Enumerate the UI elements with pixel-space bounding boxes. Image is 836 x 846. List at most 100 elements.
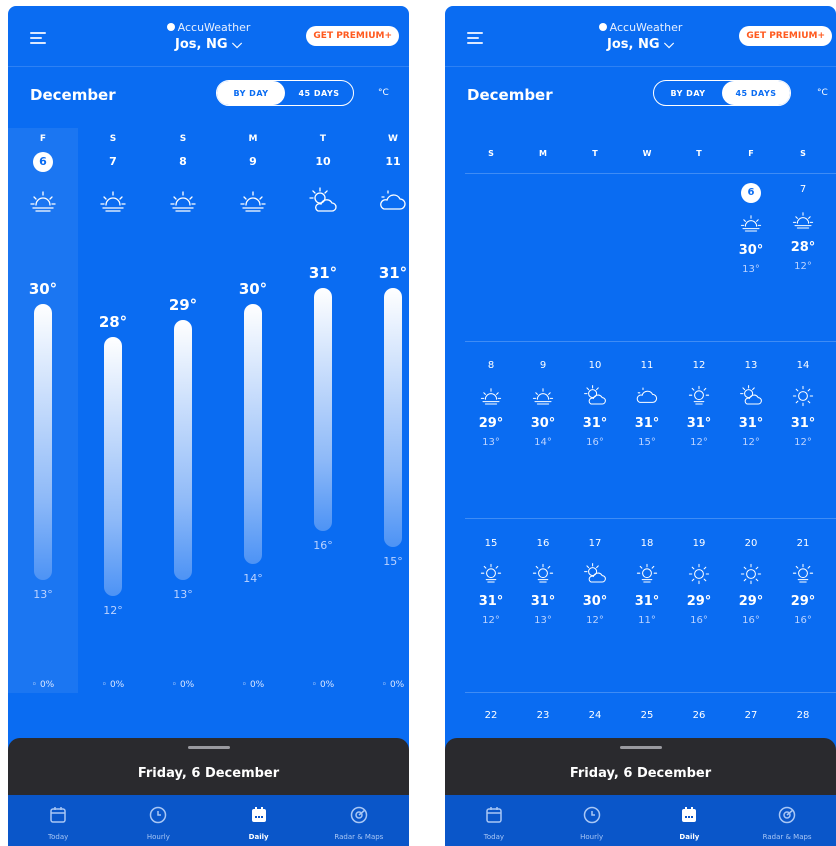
date-label: 8 bbox=[487, 360, 495, 371]
tab-today[interactable]: Today bbox=[8, 795, 108, 846]
unit-toggle[interactable]: °C bbox=[378, 88, 389, 98]
calendar-day-cell[interactable]: 14 31° 12° bbox=[777, 356, 829, 448]
tab-hourly[interactable]: Hourly bbox=[543, 795, 641, 846]
calendar-day-cell[interactable]: 10 31° 16° bbox=[569, 356, 621, 448]
date-label: 15 bbox=[484, 538, 498, 549]
view-toggle: BY DAY 45 DAYS bbox=[653, 80, 791, 106]
45-days-tab[interactable]: 45 DAYS bbox=[285, 81, 353, 105]
temperature-range-bar bbox=[34, 304, 52, 580]
week-divider bbox=[465, 518, 836, 519]
day-column[interactable]: M 9 30° 14° ◦ 0% bbox=[218, 128, 288, 693]
date-label: 11 bbox=[385, 155, 401, 168]
low-temperature: 12° bbox=[690, 437, 708, 448]
day-column[interactable]: T 10 31° 16° ◦ 0% bbox=[288, 128, 358, 693]
clock-icon bbox=[543, 805, 641, 829]
calendar-day-cell[interactable]: 15 31° 12° bbox=[465, 534, 517, 626]
date-label: 17 bbox=[588, 538, 602, 549]
precipitation-chance: ◦ 0% bbox=[148, 680, 218, 690]
sheet-handle[interactable] bbox=[187, 746, 230, 749]
top-bar: AccuWeather Jos, NG ⌵ GET PREMIUM+ bbox=[8, 6, 409, 66]
cloudy-icon bbox=[378, 186, 408, 216]
temperature-range-bar bbox=[314, 288, 332, 532]
precipitation-value: 0% bbox=[39, 680, 55, 690]
calendar-day-cell[interactable]: 28 bbox=[777, 706, 829, 726]
45-days-tab[interactable]: 45 DAYS bbox=[722, 81, 790, 105]
date-label: 6 bbox=[741, 183, 761, 203]
sunrise-icon bbox=[238, 186, 268, 216]
tab-daily[interactable]: Daily bbox=[641, 795, 739, 846]
calendar-day-cell[interactable]: 7 28° 12° bbox=[777, 180, 829, 272]
sheet-handle[interactable] bbox=[619, 746, 662, 749]
high-temperature: 30° bbox=[530, 416, 556, 431]
calendar-day-cell[interactable]: 24 bbox=[569, 706, 621, 726]
low-temperature: 12° bbox=[794, 437, 812, 448]
calendar-day-cell[interactable]: 20 29° 16° bbox=[725, 534, 777, 626]
get-premium-button[interactable]: GET PREMIUM+ bbox=[306, 26, 399, 46]
sunrise-icon bbox=[168, 186, 198, 216]
date-label: 12 bbox=[692, 360, 706, 371]
tab-radar-maps[interactable]: Radar & Maps bbox=[309, 795, 409, 846]
calendar-day-cell[interactable]: 26 bbox=[673, 706, 725, 726]
precipitation-value: 0% bbox=[319, 680, 335, 690]
unit-toggle[interactable]: °C bbox=[817, 88, 828, 98]
clock-icon bbox=[108, 805, 208, 829]
calendar-day-cell[interactable]: 27 bbox=[725, 706, 777, 726]
day-column[interactable]: W 11 31° 15° ◦ 0% bbox=[358, 128, 409, 693]
date-label: 8 bbox=[179, 155, 187, 168]
tab-today[interactable]: Today bbox=[445, 795, 543, 846]
day-column[interactable]: S 7 28° 12° ◦ 0% bbox=[78, 128, 148, 693]
weekday-header: M bbox=[539, 149, 547, 158]
bottom-tab-bar: Today Hourly Daily Radar & Maps bbox=[445, 795, 836, 846]
get-premium-button[interactable]: GET PREMIUM+ bbox=[739, 26, 832, 46]
bottom-sheet[interactable]: Friday, 6 December bbox=[445, 738, 836, 795]
calendar-day-cell[interactable]: 6 30° 13° bbox=[725, 180, 777, 275]
date-label: 7 bbox=[109, 155, 117, 168]
calendar-day-cell[interactable]: 22 bbox=[465, 706, 517, 726]
calendar-day-cell[interactable]: 8 29° 13° bbox=[465, 356, 517, 448]
high-temperature: 31° bbox=[738, 416, 764, 431]
calendar-day-cell[interactable]: 23 bbox=[517, 706, 569, 726]
partly-cloudy-icon bbox=[583, 384, 607, 408]
calendar-day-cell[interactable]: 21 29° 16° bbox=[777, 534, 829, 626]
calendar-day-cell[interactable]: 25 bbox=[621, 706, 673, 726]
low-temperature: 13° bbox=[534, 615, 552, 626]
calendar-day-cell[interactable]: 13 31° 12° bbox=[725, 356, 777, 448]
high-temperature: 30° bbox=[738, 243, 764, 258]
chevron-down-icon: ⌵ bbox=[232, 37, 242, 52]
calendar-day-cell[interactable]: 16 31° 13° bbox=[517, 534, 569, 626]
tab-hourly[interactable]: Hourly bbox=[108, 795, 208, 846]
calendar-day-cell[interactable]: 19 29° 16° bbox=[673, 534, 725, 626]
day-of-week-label: W bbox=[388, 134, 398, 144]
day-column[interactable]: F 6 30° 13° ◦ 0% bbox=[8, 128, 78, 693]
by-day-tab[interactable]: BY DAY bbox=[654, 81, 722, 105]
calendar-today-icon bbox=[8, 805, 108, 829]
calendar-day-cell[interactable]: 18 31° 11° bbox=[621, 534, 673, 626]
high-temperature: 31° bbox=[582, 416, 608, 431]
sunrise-icon bbox=[98, 186, 128, 216]
calendar-day-cell[interactable]: 12 31° 12° bbox=[673, 356, 725, 448]
calendar-day-cell[interactable]: 17 30° 12° bbox=[569, 534, 621, 626]
low-temperature: 12° bbox=[742, 437, 760, 448]
date-label: 23 bbox=[536, 710, 550, 721]
precipitation-value: 0% bbox=[179, 680, 195, 690]
high-temperature: 28° bbox=[98, 312, 128, 331]
day-column[interactable]: S 8 29° 13° ◦ 0% bbox=[148, 128, 218, 693]
low-temperature: 12° bbox=[794, 261, 812, 272]
calendar-day-cell[interactable]: 9 30° 14° bbox=[517, 356, 569, 448]
tab-daily[interactable]: Daily bbox=[209, 795, 309, 846]
by-day-tab[interactable]: BY DAY bbox=[217, 81, 285, 105]
top-bar: AccuWeather Jos, NG ⌵ GET PREMIUM+ bbox=[445, 6, 836, 66]
calendar-day-cell[interactable]: 11 31° 15° bbox=[621, 356, 673, 448]
calendar-daily-icon bbox=[641, 805, 739, 829]
temperature-range-bar bbox=[244, 304, 262, 564]
hazy-sun-icon bbox=[479, 562, 503, 586]
tab-label: Daily bbox=[679, 833, 700, 841]
weekday-header: S bbox=[800, 149, 806, 158]
high-temperature: 31° bbox=[530, 594, 556, 609]
bottom-sheet[interactable]: Friday, 6 December bbox=[8, 738, 409, 795]
high-temperature: 31° bbox=[478, 594, 504, 609]
tab-label: Hourly bbox=[146, 833, 170, 841]
tab-label: Today bbox=[48, 833, 69, 841]
tab-radar-maps[interactable]: Radar & Maps bbox=[738, 795, 836, 846]
date-label: 27 bbox=[744, 710, 758, 721]
